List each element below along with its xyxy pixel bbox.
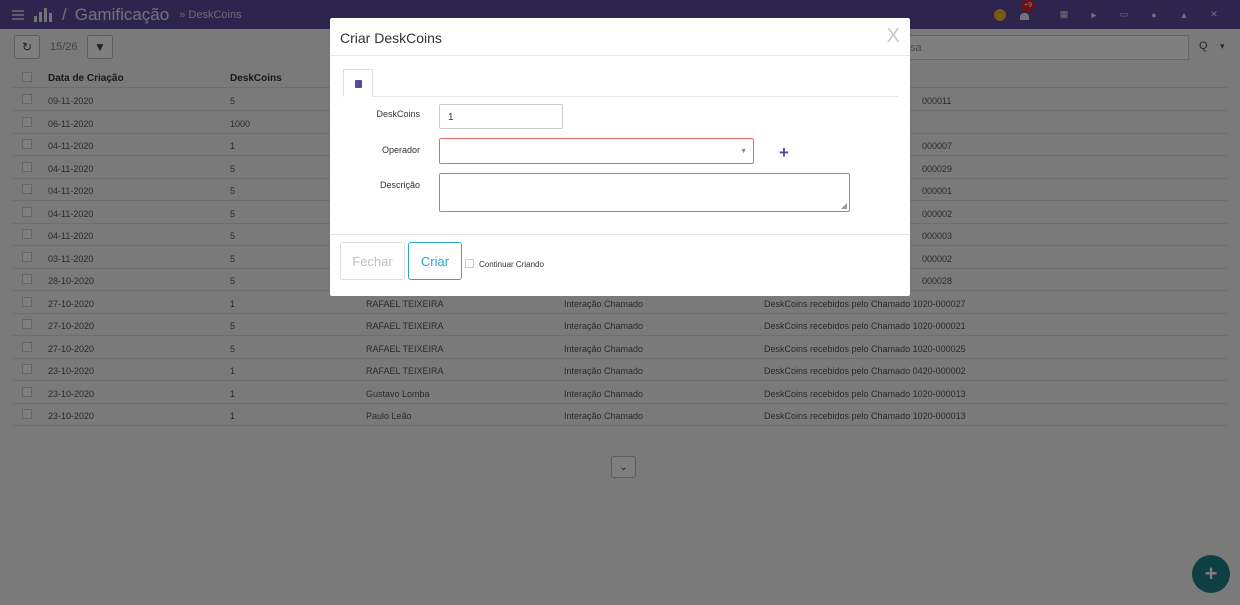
document-icon [355,80,362,88]
tab-general[interactable] [343,69,373,97]
tab-divider [373,96,898,97]
add-operator-button[interactable]: + [779,143,789,163]
modal-footer-divider [330,234,910,235]
modal-header-divider [330,55,910,56]
deskcoins-label: DeskCoins [376,109,420,119]
operador-label: Operador [381,145,420,155]
continuar-criando-checkbox[interactable] [465,259,474,268]
descricao-textarea[interactable]: ◢ [439,173,850,212]
resize-handle-icon[interactable]: ◢ [841,201,847,210]
continuar-criando-label[interactable]: Continuar Criando [479,260,544,269]
descricao-label: Descrição [379,180,420,190]
criar-button[interactable]: Criar [408,242,462,280]
modal-title: Criar DeskCoins [340,30,442,46]
chevron-down-icon: ▼ [740,148,747,155]
fechar-button[interactable]: Fechar [340,242,405,280]
operador-select[interactable]: ▼ [439,138,754,164]
deskcoins-input[interactable]: 1 [439,104,563,129]
create-deskcoins-modal: Criar DeskCoins X DeskCoins 1 Operador ▼… [330,18,910,296]
close-icon[interactable]: X [887,25,900,48]
